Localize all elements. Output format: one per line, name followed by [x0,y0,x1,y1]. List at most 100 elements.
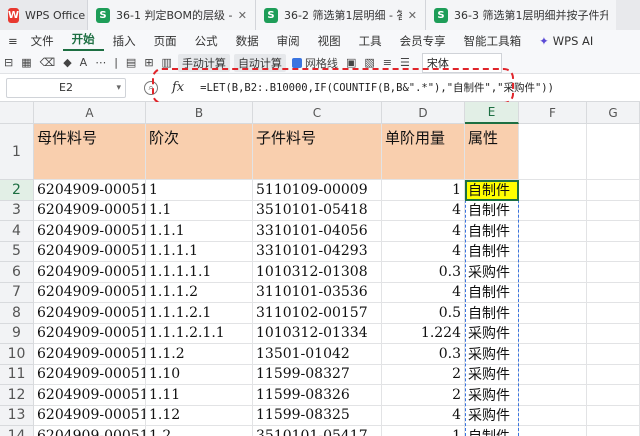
cell-format-icon[interactable]: ▦ [17,56,35,69]
row-header-5[interactable]: 5 [0,241,34,262]
table-cell-a2[interactable]: 6204909-00051 [34,180,146,201]
table-cell-a4[interactable]: 6204909-00051 [34,221,146,242]
empty-cell[interactable] [519,344,587,365]
header-cell-c[interactable]: 子件料号 [253,124,382,180]
row-header-13[interactable]: 13 [0,405,34,426]
table-cell-d4[interactable]: 4 [382,221,465,242]
table-cell-e12[interactable]: 采购件 [465,385,519,406]
layout-icon[interactable]: ▣ [342,56,360,69]
table-cell-e3[interactable]: 自制件 [465,200,519,221]
spreadsheet-grid[interactable]: A B C D E F G 1 母件料号 阶次 子件料号 单阶用量 属性 2 6204909-00051 1 5… [0,102,640,436]
table-cell-b10[interactable]: 1.1.2 [146,344,253,365]
table-cell-a13[interactable]: 6204909-00051 [34,405,146,426]
font-name-field[interactable]: 宋体 [421,52,502,73]
close-tab-icon[interactable]: ✕ [238,9,247,22]
table-cell-a10[interactable]: 6204909-00051 [34,344,146,365]
empty-cell[interactable] [519,426,587,436]
table-cell-e4[interactable]: 自制件 [465,221,519,242]
header-cell-d[interactable]: 单阶用量 [382,124,465,180]
table-cell-c7[interactable]: 3110101-03536 [253,282,382,303]
empty-cell[interactable] [587,221,640,242]
table-cell-b11[interactable]: 1.10 [146,364,253,385]
row-header-1[interactable]: 1 [0,124,34,180]
table-cell-c8[interactable]: 3110102-00157 [253,303,382,324]
gridlines-toggle[interactable]: 网格线 [288,55,342,71]
empty-cell[interactable] [587,241,640,262]
table-cell-d9[interactable]: 1.224 [382,323,465,344]
align-icon[interactable]: ≡ [379,56,396,69]
table-cell-a8[interactable]: 6204909-00051 [34,303,146,324]
column-header-g[interactable]: G [587,102,640,124]
table-cell-b9[interactable]: 1.1.1.2.1.1 [146,323,253,344]
table-cell-c13[interactable]: 11599-08325 [253,405,382,426]
table-cell-e11[interactable]: 采购件 [465,364,519,385]
name-box[interactable]: E2 ▾ [6,77,126,98]
empty-cell[interactable] [519,282,587,303]
table-cell-e9[interactable]: 采购件 [465,323,519,344]
table-cell-a9[interactable]: 6204909-00051 [34,323,146,344]
table-cell-b2[interactable]: 1 [146,180,253,201]
table-cell-c11[interactable]: 11599-08327 [253,364,382,385]
table-cell-b7[interactable]: 1.1.1.2 [146,282,253,303]
table-cell-b4[interactable]: 1.1.1 [146,221,253,242]
row-header-3[interactable]: 3 [0,200,34,221]
chart-icon[interactable]: ▧ [360,56,378,69]
table-cell-e10[interactable]: 采购件 [465,344,519,365]
format-painter-icon[interactable]: ⊟ [0,56,17,69]
file-tab-3[interactable]: S 36-3 筛选第1层明细并按子件升序 [426,0,616,30]
empty-cell[interactable] [587,364,640,385]
column-header-e[interactable]: E [465,102,519,124]
empty-cell[interactable] [587,124,640,180]
empty-cell[interactable] [587,180,640,201]
empty-cell[interactable] [587,282,640,303]
fill-color-icon[interactable]: ◆ [59,56,75,69]
empty-cell[interactable] [519,405,587,426]
empty-cell[interactable] [587,426,640,436]
empty-cell[interactable] [519,364,587,385]
row-header-11[interactable]: 11 [0,364,34,385]
empty-cell[interactable] [519,323,587,344]
empty-cell[interactable] [519,385,587,406]
table-cell-c9[interactable]: 1010312-01334 [253,323,382,344]
column-header-b[interactable]: B [146,102,253,124]
table-cell-a3[interactable]: 6204909-00051 [34,200,146,221]
freeze-icon[interactable]: ⊞ [140,56,157,69]
auto-calc-button[interactable]: 自动计算 [233,53,286,72]
select-all-corner[interactable] [0,102,34,124]
zoom-search-icon[interactable]: ⌕ [144,80,158,95]
table-cell-d8[interactable]: 0.5 [382,303,465,324]
row-header-2[interactable]: 2 [0,180,34,201]
row-header-4[interactable]: 4 [0,221,34,242]
table-cell-a14[interactable]: 6204909-00051 [34,426,146,436]
column-header-f[interactable]: F [519,102,587,124]
align-center-icon[interactable]: ☰ [396,56,414,69]
more-icon[interactable]: ⋯ [91,56,110,69]
row-header-8[interactable]: 8 [0,303,34,324]
table-cell-b3[interactable]: 1.1 [146,200,253,221]
row-header-10[interactable]: 10 [0,344,34,365]
table-cell-b12[interactable]: 1.11 [146,385,253,406]
table-cell-c10[interactable]: 13501-01042 [253,344,382,365]
menu-view[interactable]: 视图 [309,33,350,49]
empty-cell[interactable] [519,262,587,283]
empty-cell[interactable] [587,344,640,365]
file-tab-2[interactable]: S 36-2 筛选第1层明细 - 答案.xlsx ✕ [256,0,426,30]
table-cell-b6[interactable]: 1.1.1.1.1 [146,262,253,283]
table-cell-e13[interactable]: 采购件 [465,405,519,426]
menu-file[interactable]: 文件 [22,33,63,49]
empty-cell[interactable] [587,385,640,406]
table-cell-c2[interactable]: 5110109-00009 [253,180,382,201]
empty-cell[interactable] [587,200,640,221]
empty-cell[interactable] [587,323,640,344]
column-header-d[interactable]: D [382,102,465,124]
menu-insert[interactable]: 插入 [104,33,145,49]
table-cell-a6[interactable]: 6204909-00051 [34,262,146,283]
paste-icon[interactable]: ▤ [122,56,140,69]
column-header-c[interactable]: C [253,102,382,124]
chevron-down-icon[interactable]: ▾ [116,83,121,93]
table-cell-c3[interactable]: 3510101-05418 [253,200,382,221]
table-cell-c6[interactable]: 1010312-01308 [253,262,382,283]
table-cell-a12[interactable]: 6204909-00051 [34,385,146,406]
menu-review[interactable]: 审阅 [268,33,309,49]
row-header-6[interactable]: 6 [0,262,34,283]
